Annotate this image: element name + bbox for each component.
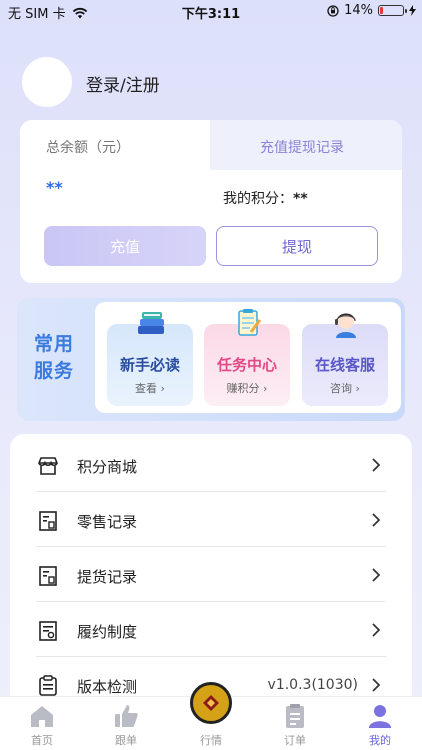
menu-item-label: 履约制度 — [77, 623, 138, 641]
chevron-right-icon — [372, 678, 381, 692]
menu-item-pickup-records[interactable]: 提货记录 — [10, 547, 412, 602]
charging-bolt-icon — [409, 5, 416, 16]
task-clipboard-icon — [238, 309, 262, 336]
total-balance-label: 总余额（元） — [46, 140, 130, 156]
books-icon — [138, 312, 164, 334]
record-document-icon — [39, 566, 57, 586]
points-row: 我的积分：** — [223, 188, 308, 208]
points-value: ** — [293, 191, 308, 207]
common-services-panel: 常用服务 新手必读 查看 › 任务中心 赚积分 › 在线客服 咨询 › — [17, 298, 405, 421]
balance-card: 总余额（元） 充值提现记录 ** 我的积分：** 充值 提现 — [20, 120, 402, 283]
tab-orders[interactable]: 订单 — [253, 697, 337, 750]
market-center-button[interactable] — [190, 682, 232, 724]
service-title: 在线客服 — [314, 356, 375, 374]
services-container: 新手必读 查看 › 任务中心 赚积分 › 在线客服 咨询 › — [95, 302, 401, 413]
recharge-button[interactable]: 充值 — [44, 226, 206, 266]
tab-label: 首页 — [31, 734, 53, 747]
customer-service-agent-icon — [335, 313, 356, 338]
orientation-lock-icon — [327, 4, 339, 17]
menu-item-points-mall[interactable]: 积分商城 — [10, 437, 412, 492]
tab-label: 订单 — [284, 734, 306, 747]
home-icon — [31, 706, 53, 727]
tab-label: 我的 — [369, 734, 391, 747]
tab-label: 跟单 — [115, 734, 137, 747]
service-beginner-guide[interactable]: 新手必读 查看 › — [107, 312, 193, 406]
battery-icon — [378, 5, 407, 16]
record-document-icon — [39, 511, 57, 531]
tab-mine[interactable]: 我的 — [338, 697, 422, 750]
market-center-icon — [203, 695, 219, 711]
menu-item-label: 提货记录 — [77, 568, 138, 586]
battery-fill — [380, 7, 383, 14]
menu-item-label: 零售记录 — [77, 513, 138, 531]
thumbs-up-icon — [115, 705, 138, 727]
recharge-withdraw-record-link[interactable]: 充值提现记录 — [260, 137, 344, 157]
service-title: 新手必读 — [119, 356, 180, 374]
battery-percent: 14% — [344, 3, 373, 18]
menu-item-label: 版本检测 — [77, 678, 138, 696]
contract-document-icon — [39, 621, 57, 641]
status-bar: 无 SIM 卡 下午3:11 14% — [0, 0, 422, 24]
service-subtitle: 赚积分 › — [226, 382, 268, 395]
status-right: 14% — [327, 3, 416, 18]
chevron-right-icon — [372, 568, 381, 582]
menu-item-label: 积分商城 — [77, 458, 138, 476]
withdraw-button[interactable]: 提现 — [216, 226, 378, 266]
chevron-right-icon — [372, 458, 381, 472]
profile-icon — [369, 705, 391, 728]
common-services-title: 常用服务 — [34, 333, 75, 382]
avatar[interactable] — [22, 57, 72, 107]
menu-item-retail-records[interactable]: 零售记录 — [10, 492, 412, 547]
service-subtitle: 查看 › — [135, 382, 165, 395]
store-icon — [38, 457, 58, 475]
service-task-center[interactable]: 任务中心 赚积分 › — [204, 309, 290, 406]
chevron-right-icon — [372, 623, 381, 637]
service-title: 任务中心 — [216, 356, 277, 374]
points-label: 我的积分： — [223, 191, 293, 207]
login-register-link[interactable]: 登录/注册 — [86, 71, 160, 96]
tab-home[interactable]: 首页 — [0, 697, 84, 750]
order-clipboard-icon — [286, 704, 304, 728]
chevron-right-icon — [372, 513, 381, 527]
menu-item-fulfillment-rules[interactable]: 履约制度 — [10, 602, 412, 657]
tab-label: 行情 — [200, 734, 222, 747]
version-check-icon — [39, 675, 57, 696]
total-balance-value: ** — [46, 178, 63, 197]
version-value: v1.0.3(1030) — [267, 677, 358, 693]
service-online-support[interactable]: 在线客服 咨询 › — [302, 313, 388, 406]
tab-copy-trade[interactable]: 跟单 — [84, 697, 168, 750]
service-subtitle: 咨询 › — [330, 382, 360, 395]
